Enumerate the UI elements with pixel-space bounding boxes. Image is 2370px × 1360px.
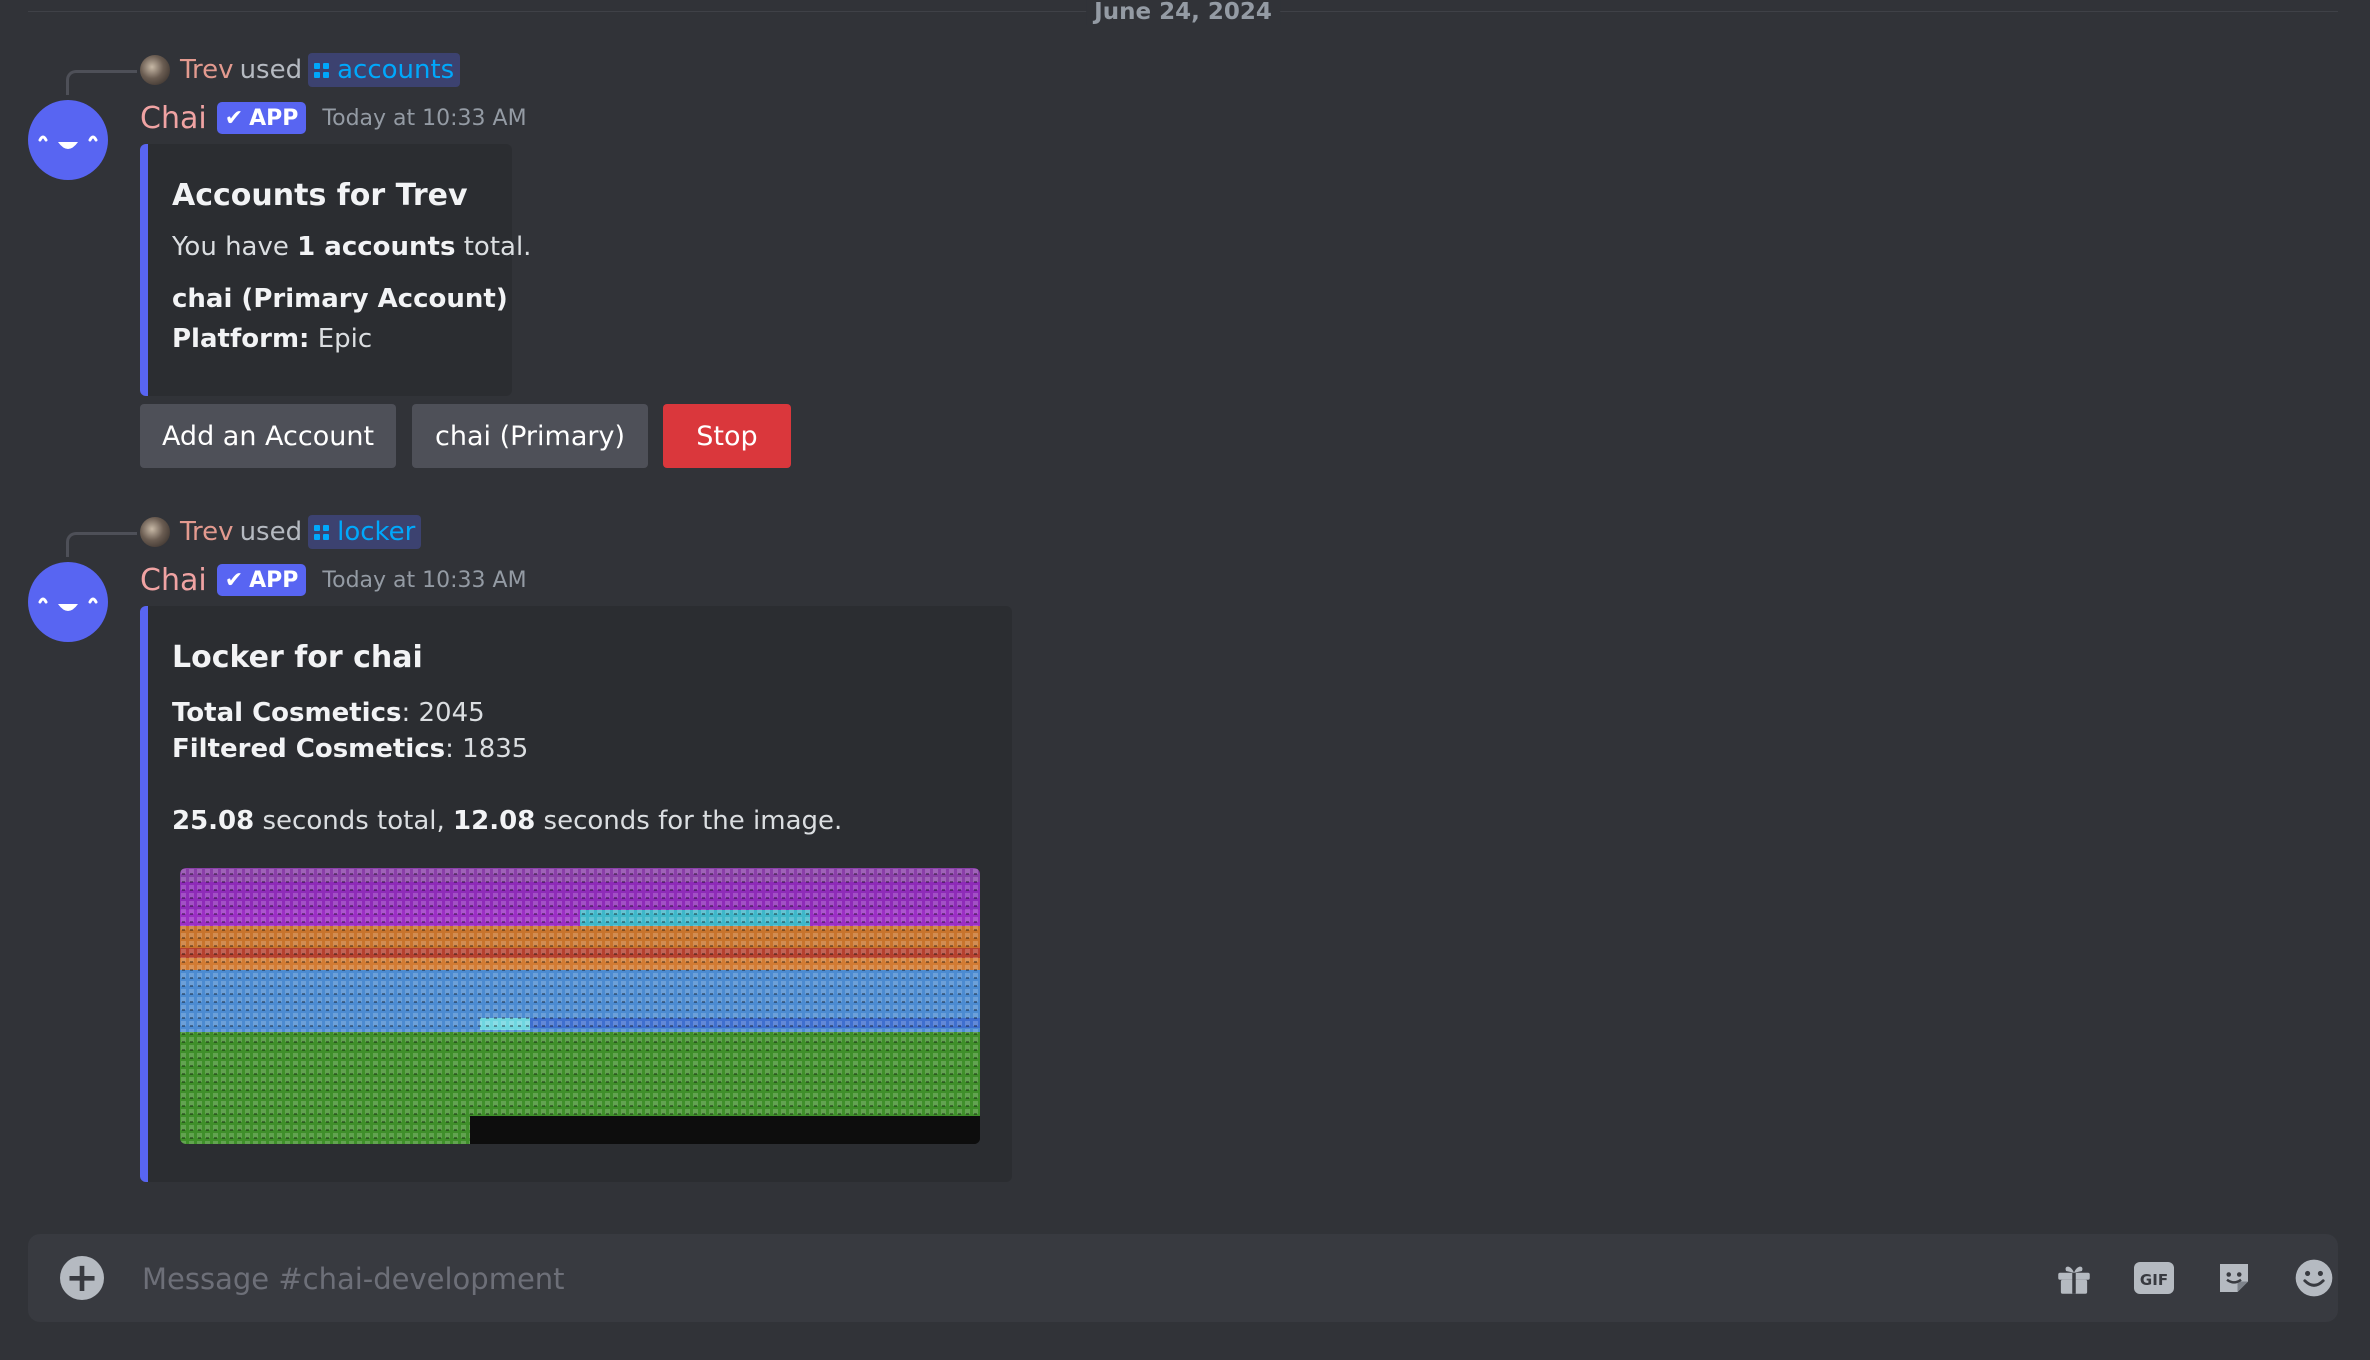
gif-icon[interactable]: GIF — [2130, 1254, 2178, 1302]
primary-account-button[interactable]: chai (Primary) — [412, 404, 648, 468]
stop-button[interactable]: Stop — [663, 404, 791, 468]
user-avatar[interactable] — [140, 517, 170, 547]
bot-avatar[interactable] — [28, 100, 108, 180]
command-user[interactable]: Trev — [180, 517, 234, 547]
timestamp[interactable]: Today at 10:33 AM — [322, 568, 526, 593]
command-user[interactable]: Trev — [180, 55, 234, 85]
chai-face-icon — [38, 135, 98, 149]
bot-avatar[interactable] — [28, 562, 108, 642]
date-divider: June 24, 2024 — [28, 0, 2338, 25]
sticker-icon[interactable] — [2210, 1254, 2258, 1302]
command-name: accounts — [337, 55, 455, 85]
app-badge-label: APP — [249, 567, 299, 593]
message-input[interactable] — [140, 1234, 1978, 1324]
command-usage: Trev used accounts — [140, 52, 461, 88]
message-header: Chai ✔ APP Today at 10:33 AM — [140, 98, 527, 138]
command-name: locker — [337, 517, 416, 547]
embed-platform: Platform: Epic — [172, 324, 373, 354]
gift-icon[interactable] — [2050, 1254, 2098, 1302]
embed-summary: You have 1 accounts total. — [172, 232, 532, 262]
message-composer: + GIF — [28, 1234, 2338, 1324]
message-header: Chai ✔ APP Today at 10:33 AM — [140, 560, 527, 600]
app-badge-label: APP — [249, 105, 299, 131]
command-used-text: used — [239, 55, 303, 85]
slash-command-icon — [314, 62, 330, 78]
app-badge: ✔ APP — [216, 564, 307, 596]
timestamp[interactable]: Today at 10:33 AM — [322, 106, 526, 131]
embed-title: Locker for chai — [172, 640, 423, 675]
verified-check-icon: ✔ — [224, 105, 244, 131]
embed-total-cosmetics: Total Cosmetics: 2045 — [172, 698, 485, 728]
verified-check-icon: ✔ — [224, 567, 244, 593]
svg-text:GIF: GIF — [2140, 1271, 2168, 1289]
author-name[interactable]: Chai — [140, 563, 207, 598]
command-used-text: used — [239, 517, 303, 547]
chai-face-icon — [38, 597, 98, 611]
user-avatar[interactable] — [140, 55, 170, 85]
add-circle-icon[interactable]: + — [60, 1256, 104, 1300]
embed-timing: 25.08 seconds total, 12.08 seconds for t… — [172, 806, 843, 836]
embed-account: chai (Primary Account) — [172, 284, 508, 314]
command-pill[interactable]: accounts — [308, 53, 461, 87]
command-pill[interactable]: locker — [308, 515, 422, 549]
date-divider-text: June 24, 2024 — [1086, 0, 1280, 25]
locker-image-graphic — [180, 868, 980, 1144]
app-badge: ✔ APP — [216, 102, 307, 134]
reply-spine — [66, 532, 137, 557]
emoji-icon[interactable] — [2290, 1254, 2338, 1302]
accounts-embed: Accounts for Trev You have 1 accounts to… — [140, 144, 531, 396]
command-usage: Trev used locker — [140, 514, 422, 550]
author-name[interactable]: Chai — [140, 101, 207, 136]
embed-filtered-cosmetics: Filtered Cosmetics: 1835 — [172, 734, 529, 764]
add-account-button[interactable]: Add an Account — [140, 404, 396, 468]
locker-embed: Locker for chai Total Cosmetics: 2045 Fi… — [140, 606, 1012, 1182]
slash-command-icon — [314, 524, 330, 540]
locker-image[interactable] — [180, 868, 980, 1144]
embed-title: Accounts for Trev — [172, 178, 468, 213]
reply-spine — [66, 70, 137, 95]
